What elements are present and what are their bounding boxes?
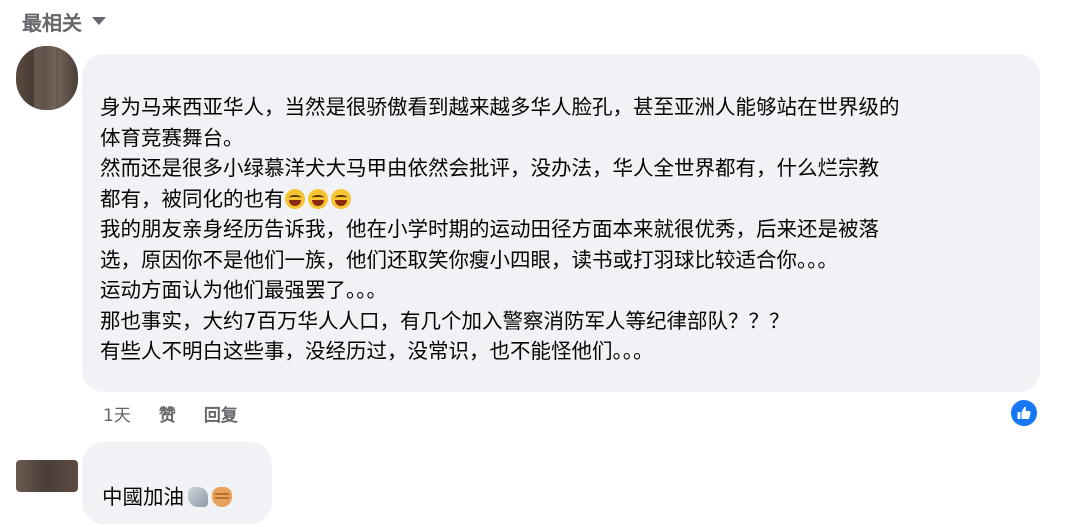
comment-timestamp[interactable]: 1天 [103,401,131,426]
avatar[interactable] [16,46,78,110]
comment-line: 有些人不明白这些事，没经历过，没常识，也不能怪他们。。。 [100,339,654,363]
avatar[interactable] [16,460,78,492]
flexed-arm-icon [188,487,208,507]
comment-line: 然而还是很多小绿慕洋犬大马甲由依然会批评，没办法，华人全世界都有，什么烂宗教 [100,156,879,180]
comment-line: 那也事实，大约7百万华人人口，有几个加入警察消防军人等纪律部队？？？ [100,308,790,333]
sort-dropdown[interactable]: 最相关 [22,6,106,36]
comment-line: 都有，被同化的也有 [100,186,285,211]
comment-line: 中國加油 [102,485,184,509]
laughing-crying-emoji-icon [330,188,351,209]
comment-actions: 1天 赞 回复 [103,401,266,426]
like-button[interactable]: 赞 [159,401,176,426]
comment-line: 运动方面认为他们最强罢了。。。 [100,278,387,302]
comment-line-with-emoji: 都有，被同化的也有 [100,184,1030,215]
chevron-down-icon [92,17,106,25]
comment-text: 中國加油 [102,482,232,512]
sort-label: 最相关 [22,10,82,35]
comment-line: 身为马来西亚华人，当然是很骄傲看到越来越多华人脸孔，甚至亚洲人能够站在世界级的 [100,95,900,119]
comment-line: 选，原因你不是他们一族，他们还取笑你瘦小四眼，读书或打羽球比较适合你。。。 [100,247,838,272]
laughing-crying-emoji-icon [284,188,305,209]
fist-icon [212,487,232,507]
laughing-crying-emoji-icon [307,188,328,209]
comment-line: 体育竞赛舞台。 [100,125,244,150]
comment-line: 我的朋友亲身经历告诉我，他在小学时期的运动田径方面本来就很优秀，后来还是被落 [100,217,879,241]
reply-button[interactable]: 回复 [204,401,238,426]
thumbs-up-glyph [1017,406,1031,419]
thumbs-up-icon[interactable] [1009,398,1039,428]
comment-text: 身为马来西亚华人，当然是很骄傲看到越来越多华人脸孔，甚至亚洲人能够站在世界级的 … [100,92,1030,367]
